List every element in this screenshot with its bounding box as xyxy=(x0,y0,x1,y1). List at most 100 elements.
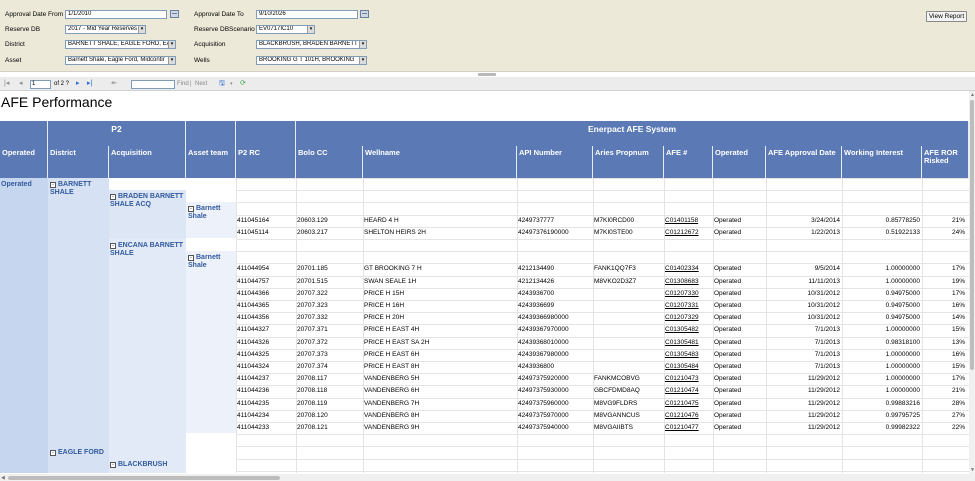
chevron-down-icon: ▾ xyxy=(307,26,314,33)
cell-wi: 0.99795725 xyxy=(885,411,920,419)
asset-select[interactable]: Barnett Shale, Eagle Ford, Midcontir ▾ xyxy=(65,56,176,65)
column-header[interactable]: Aries Propnum xyxy=(593,146,664,178)
group-asset: - Barnett Shale xyxy=(188,205,234,221)
cell-cc: 20708.118 xyxy=(297,387,328,395)
scroll-left-icon[interactable]: ◀ xyxy=(1,475,5,481)
scroll-down-icon[interactable]: ▼ xyxy=(970,467,975,473)
cell-api: 42439367980000 xyxy=(518,350,569,358)
horizontal-scroll-thumb[interactable] xyxy=(8,476,280,480)
export-icon[interactable]: 🖫 xyxy=(219,79,225,90)
cell-date: 3/24/2014 xyxy=(811,216,840,224)
cell-date: 10/31/2012 xyxy=(807,314,840,322)
group-district: - EAGLE FORD xyxy=(50,449,108,457)
calendar-icon[interactable] xyxy=(360,10,369,18)
view-report-button[interactable]: View Report xyxy=(926,11,967,22)
collapse-toggle-icon[interactable]: - xyxy=(110,243,116,249)
cell-afe[interactable]: C01305483 xyxy=(665,351,712,359)
scroll-up-icon[interactable]: ▲ xyxy=(970,92,975,98)
group-operated: Operated xyxy=(1,181,47,189)
calendar-icon[interactable] xyxy=(170,10,179,18)
cell-rc: 411045164 xyxy=(237,216,270,224)
cell-afe[interactable]: C01308683 xyxy=(665,278,712,286)
next-link[interactable]: Next xyxy=(195,81,207,87)
cell-op: Operated xyxy=(714,228,742,236)
cell-afe[interactable]: C01401158 xyxy=(665,217,712,225)
cell-afe[interactable]: C01207330 xyxy=(665,290,712,298)
cell-afe[interactable]: C01207329 xyxy=(665,314,712,322)
column-header[interactable]: AFE ROR Risked xyxy=(922,146,969,178)
cell-afe[interactable]: C01212672 xyxy=(665,229,712,237)
cell-afe[interactable]: C01207331 xyxy=(665,302,712,310)
cell-api: 4212134490 xyxy=(518,265,555,273)
column-header[interactable]: Acquisition xyxy=(109,146,186,178)
collapse-toggle-icon[interactable]: - xyxy=(50,182,56,188)
cell-cc: 20707.323 xyxy=(297,302,328,309)
reserve-scenario-select[interactable]: EV0717IC10 ▾ xyxy=(256,25,315,34)
row-divider xyxy=(236,214,969,216)
back-icon[interactable]: ↞ xyxy=(111,79,117,87)
acquisition-select[interactable]: BLACKBRUSH, BRADEN BARNETT SI ▾ xyxy=(256,40,367,49)
cell-op: Operated xyxy=(714,387,742,395)
column-header[interactable]: Working Interest xyxy=(842,146,922,178)
approval-date-to-input[interactable]: 9/10/2026 xyxy=(256,10,358,19)
cell-well: VANDENBERG 8H xyxy=(364,411,420,419)
column-header[interactable]: API Number xyxy=(517,146,593,178)
cell-afe[interactable]: C01305484 xyxy=(665,363,712,371)
previous-page-icon[interactable]: ◂ xyxy=(19,79,23,87)
cell-date: 11/29/2012 xyxy=(807,399,840,407)
cell-well: PRICE H EAST 8H xyxy=(364,363,420,370)
cell-afe[interactable]: C01305481 xyxy=(665,339,712,347)
reserve-db-select[interactable]: 2017 - Mid Year Reserves ▾ xyxy=(65,25,146,34)
cell-date: 11/29/2012 xyxy=(807,411,840,419)
vertical-scroll-thumb[interactable] xyxy=(970,100,974,370)
refresh-icon[interactable]: ⟳ xyxy=(240,79,246,87)
reserve-scenario-label: Reserve DBScenario xyxy=(194,26,255,33)
collapse-toggle-icon[interactable]: - xyxy=(110,194,116,200)
cell-wi: 1.00000000 xyxy=(885,375,920,383)
find-input[interactable] xyxy=(131,80,175,89)
chevron-down-icon[interactable]: ▾ xyxy=(230,81,233,87)
parameter-splitter-handle[interactable] xyxy=(478,73,496,76)
approval-date-to-label: Approval Date To xyxy=(194,11,244,18)
column-header[interactable]: Operated xyxy=(713,146,766,178)
cell-rc: 411044757 xyxy=(237,277,270,285)
district-select[interactable]: BARNETT SHALE, EAGLE FORD, EAC ▾ xyxy=(65,40,176,49)
cell-afe[interactable]: C01210475 xyxy=(665,400,712,408)
column-header[interactable]: AFE Approval Date xyxy=(766,146,842,178)
wells-select[interactable]: BROOKING G T 101H, BROOKING ▾ xyxy=(256,56,367,65)
column-header[interactable]: Operated xyxy=(0,146,48,178)
cell-aries: M8VG9FLDRS xyxy=(594,399,638,407)
cell-date: 7/1/2013 xyxy=(814,350,840,358)
collapse-toggle-icon[interactable]: - xyxy=(188,206,194,212)
cell-well: VANDENBERG 5H xyxy=(364,375,420,383)
column-header[interactable]: Asset team xyxy=(186,146,236,178)
cell-date: 11/29/2012 xyxy=(807,424,840,431)
cell-afe[interactable]: C01210477 xyxy=(665,424,712,432)
collapse-toggle-icon[interactable]: - xyxy=(110,462,116,468)
column-header[interactable]: District xyxy=(48,146,109,178)
cell-wi: 0.99883216 xyxy=(885,399,920,407)
cell-afe[interactable]: C01210473 xyxy=(665,375,712,383)
cell-afe[interactable]: C01305482 xyxy=(665,326,712,334)
row-divider xyxy=(236,178,969,179)
cell-afe[interactable]: C01402334 xyxy=(665,265,712,273)
page-number-input[interactable]: 1 xyxy=(30,80,51,89)
cell-ror: 17% xyxy=(951,375,965,383)
column-header[interactable]: Wellname xyxy=(363,146,517,178)
row-divider xyxy=(236,348,969,350)
column-header[interactable]: AFE # xyxy=(664,146,713,178)
collapse-toggle-icon[interactable]: - xyxy=(50,450,56,456)
row-divider xyxy=(236,263,969,265)
cell-afe[interactable]: C01210474 xyxy=(665,387,712,395)
cell-afe[interactable]: C01210476 xyxy=(665,412,712,420)
first-page-icon[interactable]: |◂ xyxy=(4,79,9,87)
cell-cc: 20701.185 xyxy=(297,265,328,273)
next-page-icon[interactable]: ▸ xyxy=(76,79,80,87)
collapse-toggle-icon[interactable]: - xyxy=(188,255,194,261)
column-header[interactable]: P2 RC xyxy=(236,146,296,178)
column-header[interactable]: Bolo CC xyxy=(296,146,363,178)
approval-date-from-input[interactable]: 1/1/2010 xyxy=(65,10,167,19)
cell-api: 42497375930000 xyxy=(518,387,569,395)
find-link[interactable]: Find xyxy=(177,81,189,87)
last-page-icon[interactable]: ▸| xyxy=(87,79,92,87)
